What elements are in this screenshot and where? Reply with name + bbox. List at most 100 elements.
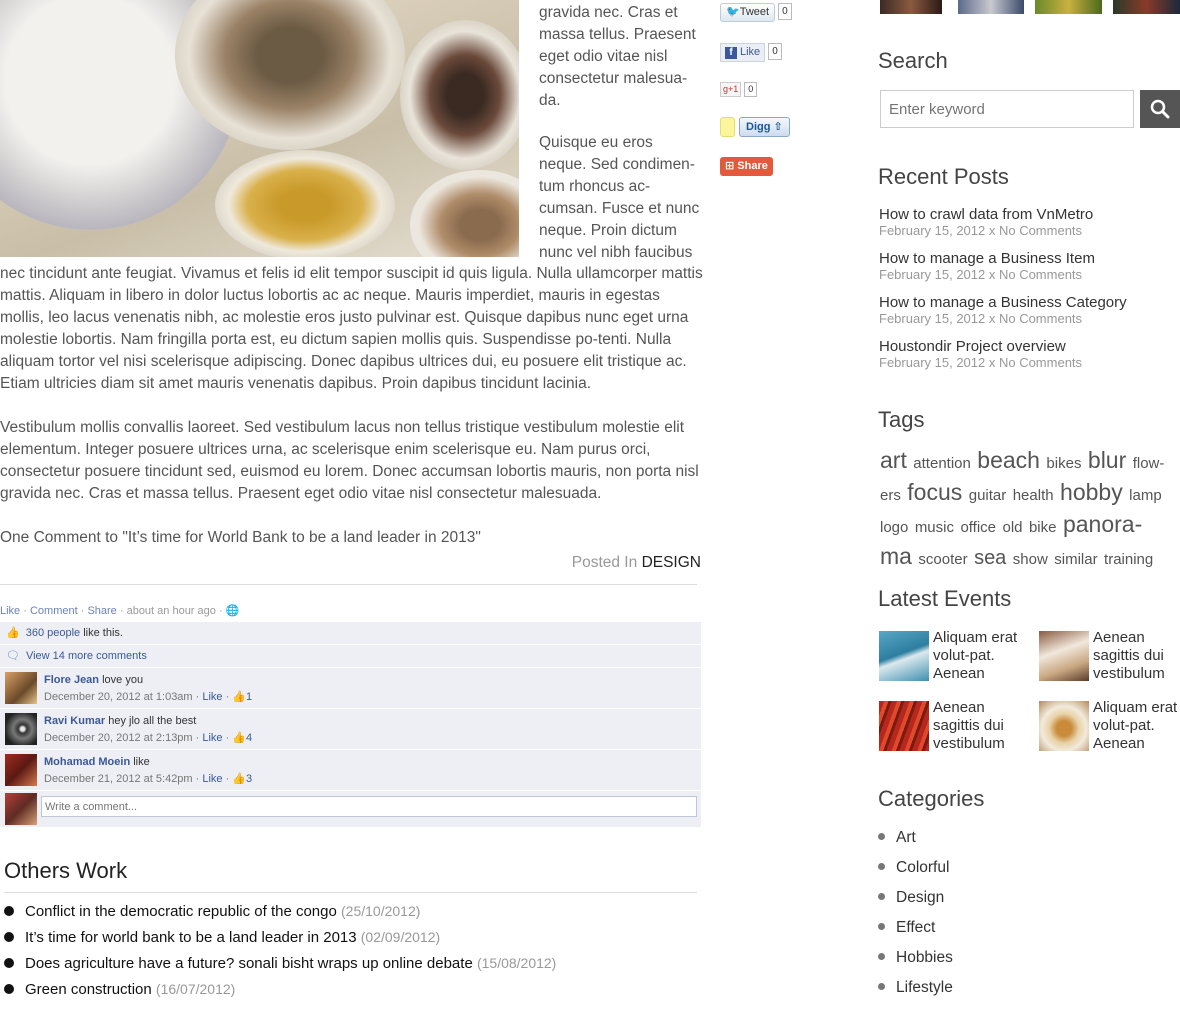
comment-like-link[interactable]: Like (202, 773, 222, 785)
others-work-link[interactable]: Green construction (25, 981, 152, 998)
post-time: about an hour ago (126, 605, 216, 617)
category-item: Hobbies (878, 945, 953, 975)
others-work-title: Others Work (4, 858, 128, 883)
tag-link[interactable]: old (1002, 519, 1022, 536)
tag-link[interactable]: music (915, 519, 954, 536)
search-button[interactable] (1140, 90, 1180, 128)
tag-link[interactable]: blur (1088, 447, 1126, 473)
recent-post-item: Houstondir Project overview February 15,… (879, 338, 1174, 382)
category-item: Lifestyle (878, 975, 953, 1005)
bullet-icon (878, 953, 885, 960)
recent-post-link[interactable]: How to manage a Business Category (879, 294, 1174, 311)
tags-title: Tags (878, 407, 925, 432)
tag-link[interactable]: focus (907, 479, 962, 505)
commenter-name[interactable]: Mohamad Moein (44, 756, 130, 768)
write-comment-input[interactable] (41, 796, 697, 817)
comment-like-link[interactable]: Like (202, 732, 222, 744)
avatar (5, 793, 37, 825)
thumbs-up-icon: 👍 (232, 732, 247, 744)
fb-like-count: 0 (768, 43, 782, 60)
commenter-name[interactable]: Ravi Kumar (44, 715, 105, 727)
tag-link[interactable]: sea (974, 547, 1006, 569)
bullet-icon (878, 983, 885, 990)
divider (4, 892, 697, 893)
categories-list: Art Colorful Design Effect Hobbies Lifes… (878, 825, 953, 1005)
event-thumbnail[interactable] (879, 701, 929, 751)
tag-link[interactable]: lamp (1129, 487, 1162, 504)
event-thumbnail[interactable] (1039, 701, 1089, 751)
others-work-date: (16/07/2012) (155, 981, 236, 997)
thumbs-up-icon: 👍 (232, 691, 247, 703)
tag-link[interactable]: scooter (918, 551, 967, 568)
tag-link[interactable]: beach (977, 447, 1040, 473)
avatar[interactable] (5, 672, 37, 704)
search-input[interactable] (880, 90, 1134, 128)
recent-post-link[interactable]: How to manage a Business Item (879, 250, 1174, 267)
event-link[interactable]: Aliquam erat volut-pat. Aenean (1093, 699, 1180, 753)
tag-link[interactable]: show (1013, 551, 1048, 568)
comment-like-count[interactable]: 1 (246, 691, 252, 703)
event-link[interactable]: Aenean sagittis dui vestibulum (1093, 629, 1180, 683)
view-more-comments-link[interactable]: View 14 more comments (26, 650, 147, 662)
tag-link[interactable]: hobby (1060, 479, 1123, 505)
recent-post-link[interactable]: Houstondir Project overview (879, 338, 1174, 355)
tag-link[interactable]: health (1013, 487, 1054, 504)
arrow-up-icon: ⇧ (773, 121, 783, 133)
share-link[interactable]: Share (87, 605, 116, 617)
others-work-link[interactable]: Does agriculture have a future? sonali b… (25, 955, 473, 972)
comment-like-count[interactable]: 3 (246, 773, 252, 785)
share-button[interactable]: ⊞ Share (720, 157, 773, 176)
comment-like-link[interactable]: Like (202, 691, 222, 703)
article-paragraph: gravida nec. Cras et massa tellus. Praes… (539, 4, 696, 109)
category-link[interactable]: Colorful (896, 859, 949, 876)
tag-link[interactable]: art (880, 447, 907, 473)
tag-link[interactable]: training (1104, 551, 1153, 568)
category-link[interactable]: Art (896, 829, 916, 846)
event-link[interactable]: Aenean sagittis dui vestibulum (933, 699, 1033, 753)
event-link[interactable]: Aliquam erat volut-pat. Aenean (933, 629, 1033, 683)
event-thumbnail[interactable] (1039, 631, 1089, 681)
event-thumbnail[interactable] (879, 631, 929, 681)
digg-widget: Digg ⇧ (720, 117, 790, 137)
tag-link[interactable]: logo (880, 519, 908, 536)
comment-date: December 21, 2012 at 5:42pm (44, 773, 193, 785)
digg-button[interactable]: Digg ⇧ (739, 117, 790, 137)
more-comments-row: 🗨 View 14 more comments (0, 645, 701, 668)
gallery-thumbnail[interactable] (880, 0, 942, 14)
tag-link[interactable]: attention (913, 455, 971, 472)
recent-post-link[interactable]: How to crawl data from VnMetro (879, 206, 1174, 223)
tweet-count: 0 (778, 3, 792, 20)
category-link[interactable]: Design (896, 889, 944, 906)
comment-link[interactable]: Comment (30, 605, 78, 617)
others-work-link[interactable]: It’s time for world bank to be a land le… (25, 929, 357, 946)
like-link[interactable]: Like (0, 605, 20, 617)
recent-post-meta: February 15, 2012 x No Comments (879, 267, 1083, 282)
fb-like-button[interactable]: f Like (720, 43, 766, 62)
gallery-thumbnail[interactable] (1113, 0, 1180, 14)
commenter-name[interactable]: Flore Jean (44, 674, 99, 686)
posted-in-category-link[interactable]: DESIGN (642, 554, 701, 571)
fb-like-widget: f Like 0 (720, 43, 782, 62)
gplus-button[interactable]: g+1 (720, 82, 742, 97)
tweet-button[interactable]: 🐦Tweet (720, 3, 776, 22)
gallery-thumbnail[interactable] (1035, 0, 1102, 14)
category-item: Effect (878, 915, 953, 945)
comment-meta: December 21, 2012 at 5:42pm · Like · 👍3 (44, 773, 253, 785)
category-link[interactable]: Lifestyle (896, 979, 953, 996)
tag-link[interactable]: office (960, 519, 996, 536)
avatar[interactable] (5, 754, 37, 786)
list-item: Does agriculture have a future? sonali b… (4, 952, 704, 978)
tag-link[interactable]: bike (1029, 519, 1057, 536)
gallery-thumbnail[interactable] (958, 0, 1024, 14)
tag-link[interactable]: bikes (1046, 455, 1081, 472)
tag-link[interactable]: guitar (969, 487, 1007, 504)
others-work-link[interactable]: Conflict in the democratic republic of t… (25, 903, 337, 920)
avatar[interactable] (5, 713, 37, 745)
category-link[interactable]: Hobbies (896, 949, 953, 966)
bullet-icon (878, 923, 885, 930)
tag-link[interactable]: similar (1054, 551, 1097, 568)
recent-post-meta: February 15, 2012 x No Comments (879, 355, 1083, 370)
category-link[interactable]: Effect (896, 919, 935, 936)
likes-link[interactable]: 360 people (26, 627, 80, 639)
comment-like-count[interactable]: 4 (246, 732, 252, 744)
